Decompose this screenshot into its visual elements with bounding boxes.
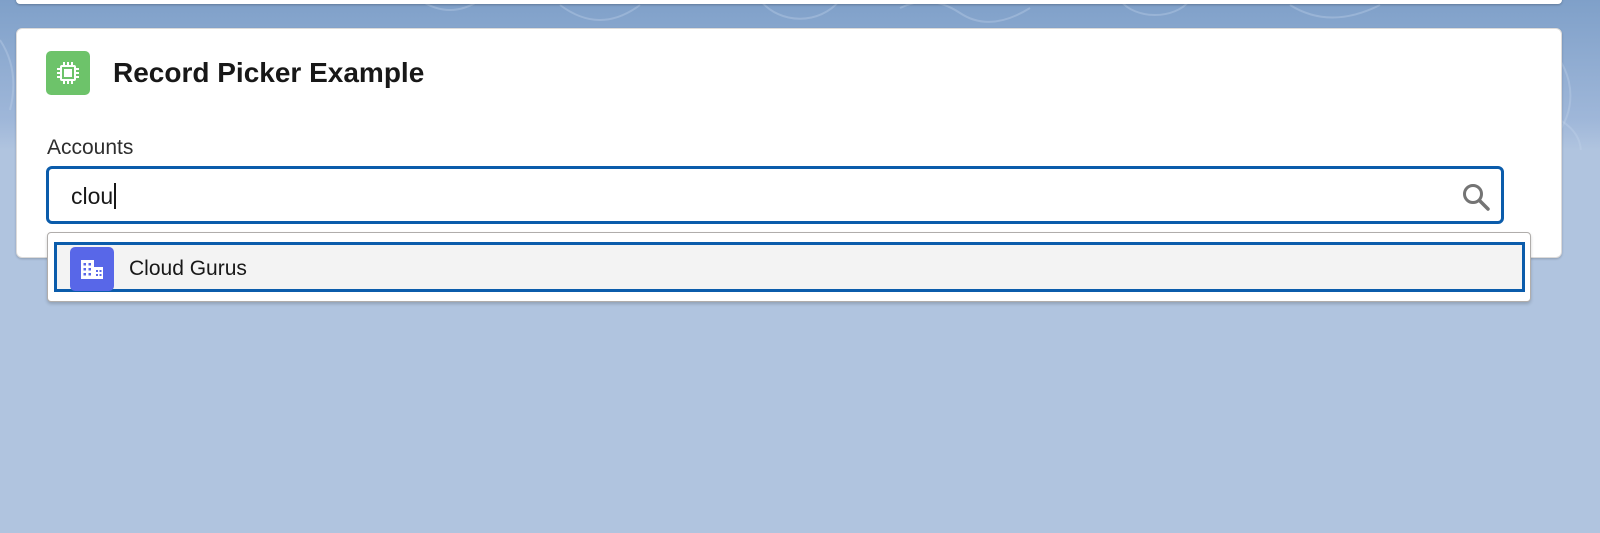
accounts-label: Accounts: [47, 136, 134, 159]
input-value-wrapper: clou: [71, 182, 117, 210]
accounts-search-input[interactable]: clou: [46, 166, 1504, 224]
text-cursor: [114, 183, 117, 209]
results-dropdown: Cloud Gurus: [47, 232, 1531, 302]
search-icon[interactable]: [1461, 182, 1491, 212]
result-option-label: Cloud Gurus: [129, 257, 247, 280]
result-option[interactable]: Cloud Gurus: [54, 242, 1525, 292]
chip-icon: [46, 51, 90, 95]
record-picker-card: Record Picker Example Accounts clou: [16, 28, 1562, 258]
card-title: Record Picker Example: [113, 57, 425, 88]
input-value: clou: [71, 183, 114, 209]
previous-card-edge: [16, 0, 1562, 4]
account-building-icon: [70, 247, 114, 291]
